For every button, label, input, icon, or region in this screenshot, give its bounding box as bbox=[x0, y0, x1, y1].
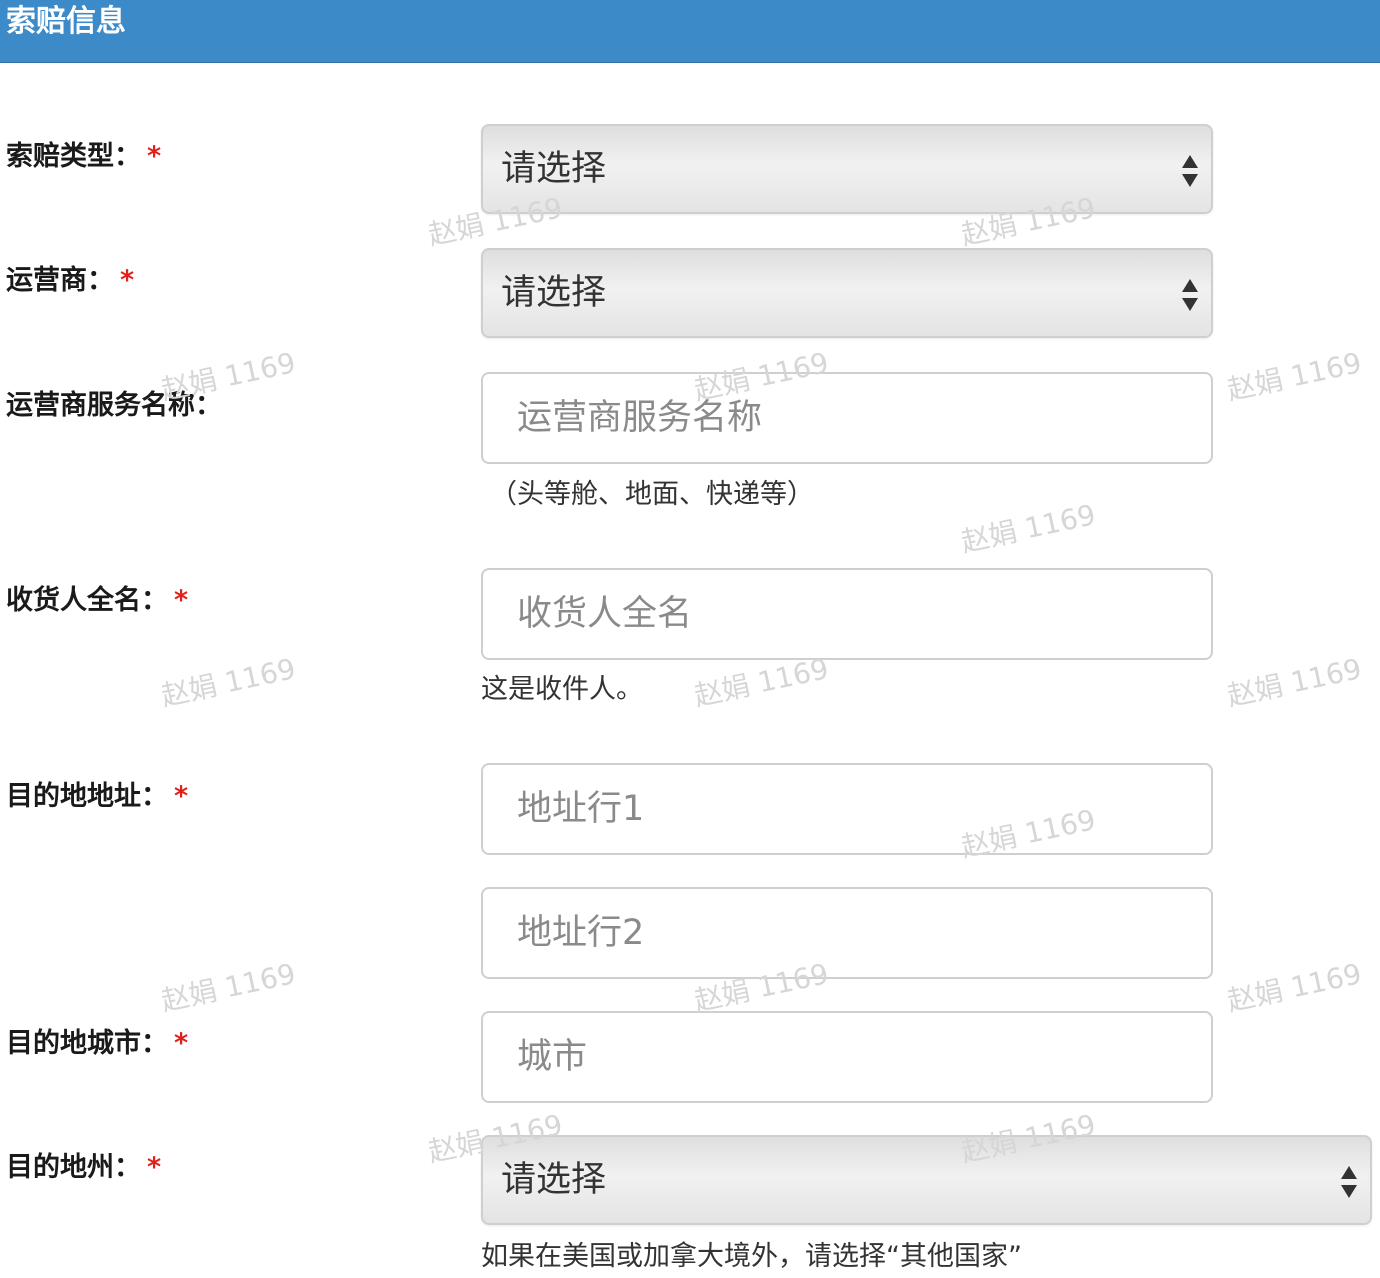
carrier-select-value: 请选择 bbox=[501, 273, 607, 313]
required-mark: * bbox=[147, 1152, 162, 1183]
recipient-name-label: 收货人全名： * bbox=[6, 584, 188, 618]
dest-city-field[interactable] bbox=[481, 1011, 1213, 1103]
required-mark: * bbox=[174, 1028, 189, 1059]
dest-state-label: 目的地州： * bbox=[6, 1151, 161, 1185]
dest-state-help: 如果在美国或加拿大境外，请选择“其他国家” bbox=[481, 1241, 1022, 1272]
recipient-name-field[interactable] bbox=[481, 568, 1213, 660]
claim-type-select[interactable]: 请选择 bbox=[481, 124, 1213, 214]
dest-city-input[interactable] bbox=[483, 1013, 1211, 1101]
dest-city-label-text: 目的地城市： bbox=[6, 1028, 168, 1059]
dest-state-label-text: 目的地州： bbox=[6, 1152, 141, 1183]
section-header: 索赔信息 bbox=[0, 0, 1380, 63]
dest-city-label: 目的地城市： * bbox=[6, 1027, 188, 1061]
watermark: 赵娟 1169 bbox=[158, 957, 299, 1018]
watermark: 赵娟 1169 bbox=[1224, 652, 1365, 713]
carrier-select[interactable]: 请选择 bbox=[481, 248, 1213, 338]
recipient-name-input[interactable] bbox=[483, 570, 1211, 658]
required-mark: * bbox=[174, 585, 189, 616]
watermark: 赵娟 1169 bbox=[958, 498, 1099, 559]
carrier-service-label: 运营商服务名称： bbox=[6, 390, 222, 421]
dest-state-select[interactable]: 请选择 bbox=[481, 1135, 1372, 1225]
watermark: 赵娟 1169 bbox=[1224, 346, 1365, 407]
select-arrows-icon bbox=[1341, 1166, 1357, 1198]
recipient-name-help: 这是收件人。 bbox=[481, 674, 643, 705]
required-mark: * bbox=[147, 141, 162, 172]
address-line1-input[interactable] bbox=[483, 765, 1211, 853]
carrier-service-field[interactable] bbox=[481, 372, 1213, 464]
recipient-name-label-text: 收货人全名： bbox=[6, 585, 168, 616]
address-line1-field[interactable] bbox=[481, 763, 1213, 855]
address-line2-field[interactable] bbox=[481, 887, 1213, 979]
carrier-label-text: 运营商： bbox=[6, 265, 114, 296]
required-mark: * bbox=[174, 781, 189, 812]
carrier-label: 运营商： * bbox=[6, 264, 134, 298]
watermark: 赵娟 1169 bbox=[158, 652, 299, 713]
carrier-service-input[interactable] bbox=[483, 374, 1211, 462]
section-title: 索赔信息 bbox=[6, 4, 126, 39]
required-mark: * bbox=[120, 265, 135, 296]
claim-type-label: 索赔类型： * bbox=[6, 140, 161, 174]
select-arrows-icon bbox=[1182, 279, 1198, 311]
select-arrows-icon bbox=[1182, 155, 1198, 187]
dest-state-select-value: 请选择 bbox=[501, 1160, 607, 1200]
dest-address-label: 目的地地址： * bbox=[6, 780, 188, 814]
dest-address-label-text: 目的地地址： bbox=[6, 781, 168, 812]
claim-type-label-text: 索赔类型： bbox=[6, 141, 141, 172]
address-line2-input[interactable] bbox=[483, 889, 1211, 977]
claim-type-select-value: 请选择 bbox=[501, 149, 607, 189]
carrier-service-help: （头等舱、地面、快递等） bbox=[490, 479, 814, 510]
watermark: 赵娟 1169 bbox=[1224, 957, 1365, 1018]
